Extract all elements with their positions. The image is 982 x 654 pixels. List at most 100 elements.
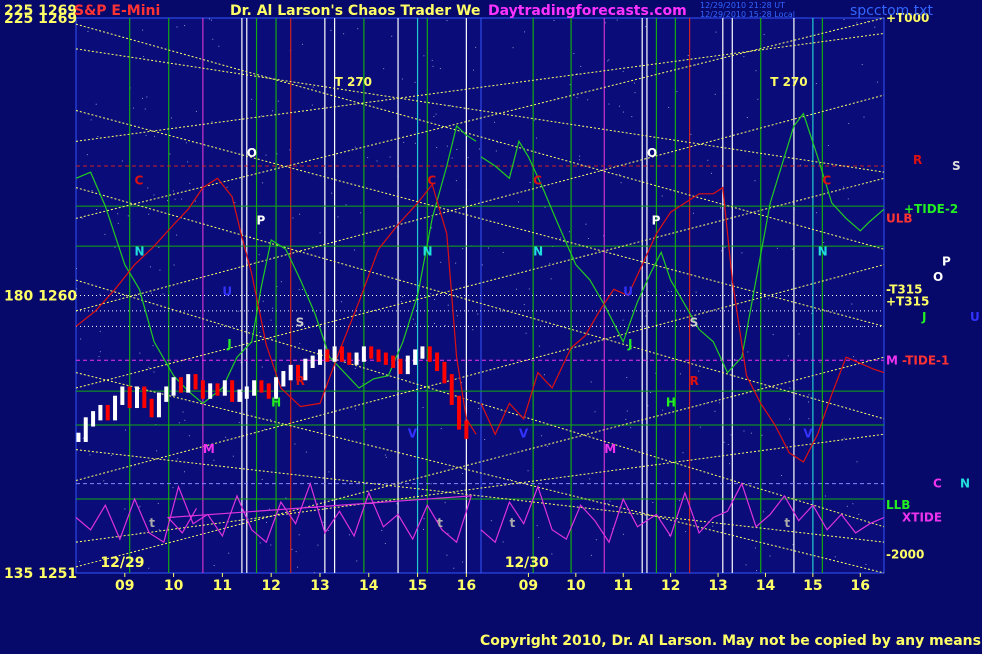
speckle-dot <box>158 246 160 248</box>
speckle-dot <box>430 483 432 485</box>
speckle-dot <box>446 20 448 22</box>
speckle-dot <box>154 135 156 137</box>
event-label: N <box>533 244 543 258</box>
speckle-dot <box>569 231 571 233</box>
right-axis-label: O <box>933 270 943 284</box>
speckle-dot <box>330 29 332 31</box>
event-label: N <box>422 244 432 258</box>
speckle-dot <box>156 450 158 452</box>
speckle-dot <box>181 198 183 200</box>
speckle-dot <box>261 478 263 480</box>
speckle-dot <box>808 394 810 396</box>
speckle-dot <box>741 252 743 254</box>
speckle-dot <box>195 110 197 112</box>
speckle-dot <box>858 513 860 515</box>
speckle-dot <box>536 137 538 139</box>
speckle-dot <box>434 322 436 324</box>
price-bar <box>457 395 462 430</box>
speckle-dot <box>587 99 589 101</box>
speckle-dot <box>194 200 196 202</box>
y-tick-label: 135 1251 <box>4 566 77 582</box>
price-bar <box>83 417 88 442</box>
price-bar <box>149 398 154 418</box>
speckle-dot <box>99 293 101 295</box>
speckle-dot <box>139 352 141 354</box>
speckle-dot <box>515 288 517 290</box>
speckle-dot <box>585 223 587 225</box>
speckle-dot <box>354 367 356 369</box>
speckle-dot <box>167 200 169 202</box>
speckle-dot <box>396 503 398 505</box>
speckle-dot <box>472 329 474 331</box>
speckle-dot <box>226 186 228 188</box>
price-bar <box>237 389 242 402</box>
speckle-dot <box>446 554 448 556</box>
x-tick-label: 10 <box>566 578 586 594</box>
speckle-dot <box>285 497 287 499</box>
speckle-dot <box>176 26 178 28</box>
price-bar <box>113 395 118 421</box>
speckle-dot <box>139 505 141 507</box>
speckle-dot <box>524 31 526 33</box>
price-bar <box>171 377 176 396</box>
speckle-dot <box>145 134 147 136</box>
speckle-dot <box>462 473 464 475</box>
speckle-dot <box>456 149 458 151</box>
speckle-dot <box>630 427 632 429</box>
speckle-dot <box>171 117 173 119</box>
speckle-dot <box>99 330 101 332</box>
speckle-dot <box>301 289 303 291</box>
speckle-dot <box>811 312 813 314</box>
event-label: T 270 <box>335 75 372 89</box>
speckle-dot <box>823 241 825 243</box>
event-label: P <box>652 214 661 228</box>
speckle-dot <box>512 47 514 49</box>
speckle-dot <box>626 410 628 412</box>
speckle-dot <box>723 441 725 443</box>
speckle-dot <box>262 300 264 302</box>
speckle-dot <box>291 548 293 550</box>
speckle-dot <box>188 435 190 437</box>
speckle-dot <box>280 281 282 283</box>
speckle-dot <box>848 122 850 124</box>
event-label: C <box>533 174 542 188</box>
speckle-dot <box>234 202 236 204</box>
price-bar <box>222 380 227 396</box>
speckle-dot <box>400 301 402 303</box>
price-bar <box>127 386 132 409</box>
event-label: R <box>690 374 699 388</box>
price-bar <box>464 420 469 439</box>
speckle-dot <box>140 532 142 534</box>
x-tick-label: 15 <box>408 578 427 594</box>
speckle-dot <box>169 153 171 155</box>
speckle-dot <box>622 70 624 72</box>
right-axis-label: -2000 <box>886 548 924 562</box>
date-label: 12/29 <box>100 555 144 571</box>
speckle-dot <box>551 553 553 555</box>
speckle-dot <box>212 38 214 40</box>
speckle-dot <box>337 216 339 218</box>
speckle-dot <box>187 161 189 163</box>
speckle-dot <box>543 374 545 376</box>
speckle-dot <box>184 25 186 27</box>
event-label: U <box>222 285 232 299</box>
price-bar <box>361 346 366 362</box>
price-bar <box>288 364 293 381</box>
speckle-dot <box>301 43 303 45</box>
price-bar <box>164 386 169 402</box>
speckle-dot <box>727 443 729 445</box>
speckle-dot <box>671 291 673 293</box>
header-site: Daytradingforecasts.com <box>488 3 687 19</box>
speckle-dot <box>852 503 854 505</box>
speckle-dot <box>434 299 436 301</box>
event-label: t <box>149 516 155 530</box>
header-instrument: S&P E-Mini <box>74 3 160 19</box>
speckle-dot <box>97 135 99 137</box>
speckle-dot <box>258 254 260 256</box>
speckle-dot <box>863 116 865 118</box>
event-label: O <box>647 146 657 160</box>
speckle-dot <box>121 160 123 162</box>
speckle-dot <box>780 475 782 477</box>
price-bar <box>317 349 322 365</box>
speckle-dot <box>297 566 299 568</box>
